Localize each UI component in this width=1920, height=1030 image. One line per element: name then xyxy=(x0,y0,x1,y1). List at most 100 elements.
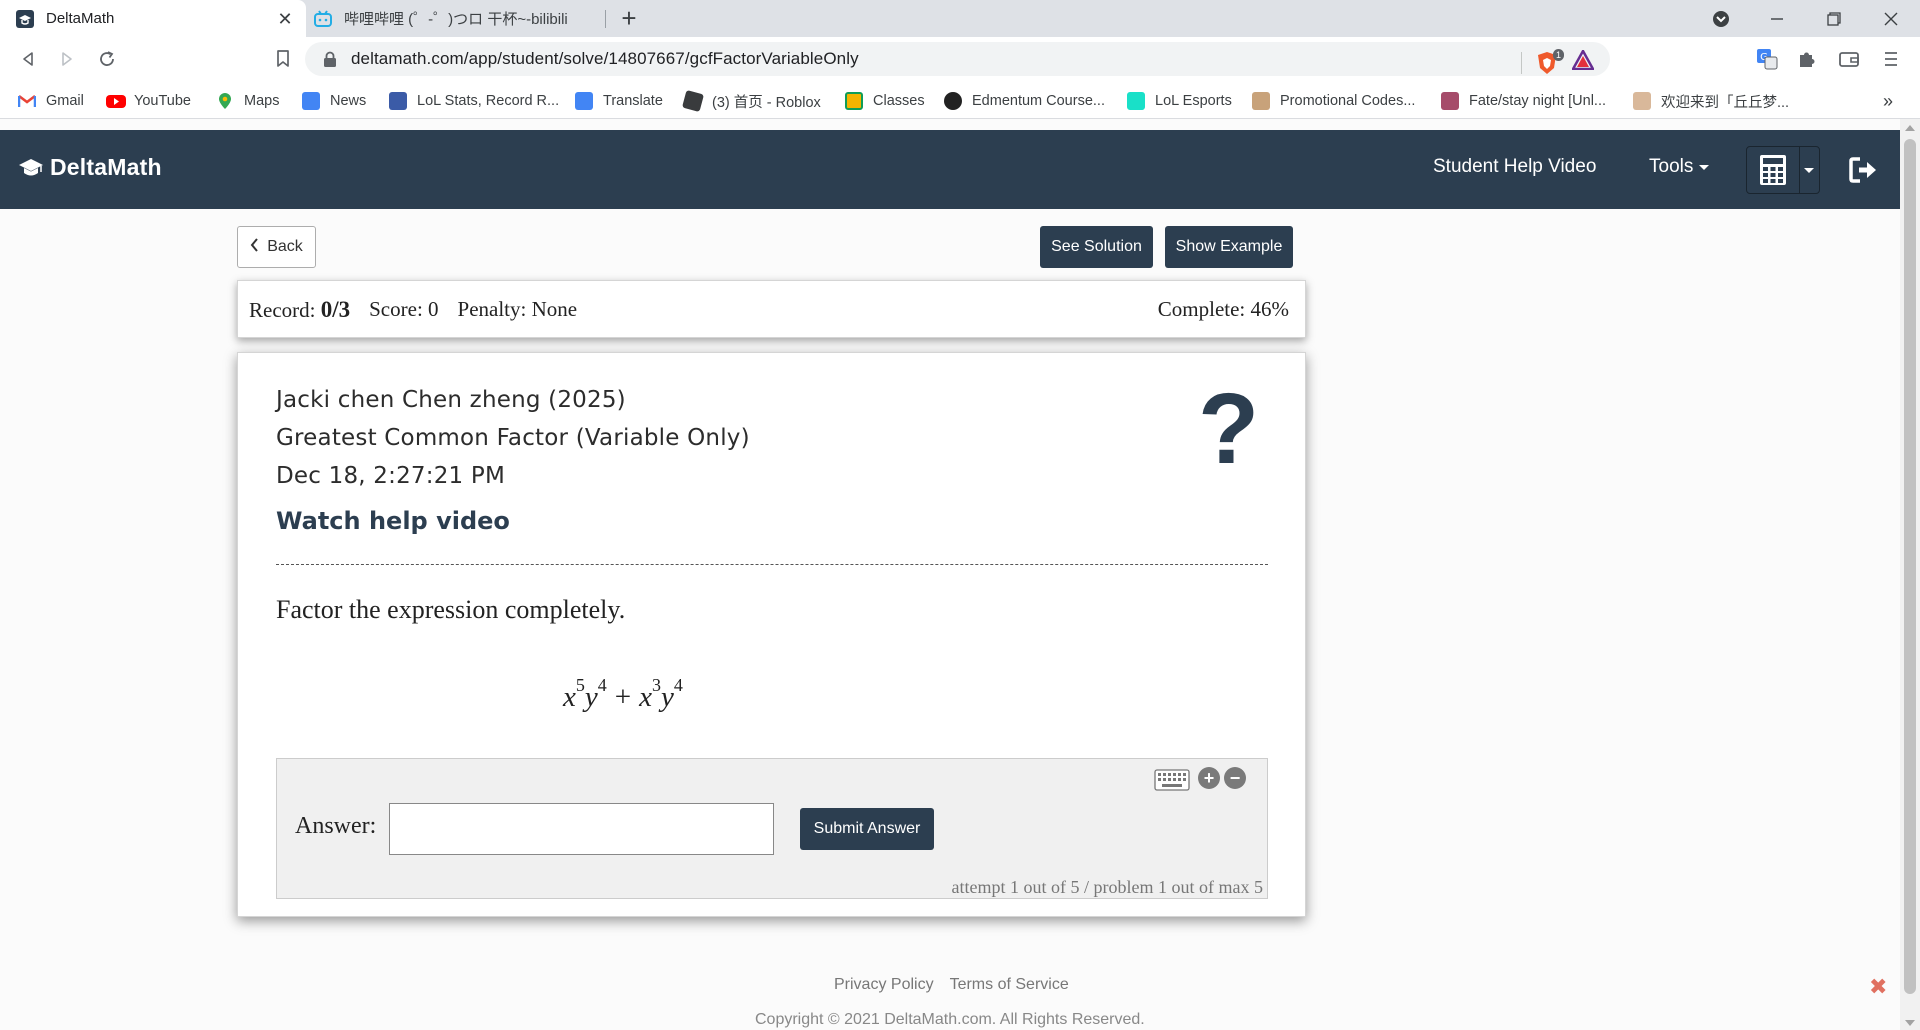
menu-icon[interactable] xyxy=(1878,46,1904,72)
bookmark-promo-codes[interactable]: Promotional Codes... xyxy=(1252,90,1415,112)
keyboard-icon[interactable] xyxy=(1154,769,1190,791)
more-bookmarks-button[interactable]: » xyxy=(1883,90,1893,112)
close-window-icon[interactable] xyxy=(1868,0,1914,37)
tools-dropdown[interactable]: Tools xyxy=(1649,156,1710,178)
calculator-button[interactable] xyxy=(1747,147,1800,193)
close-tab-icon[interactable]: ✕ xyxy=(276,10,294,28)
answer-panel: + − Answer: Submit Answer attempt 1 out … xyxy=(276,758,1268,899)
bookmarks-bar: Gmail YouTube Maps News LoL Stats, Recor… xyxy=(0,82,1920,119)
bookmark-qiuqiu[interactable]: 欢迎来到「丘丘梦... xyxy=(1633,90,1789,112)
zoom-in-icon[interactable]: + xyxy=(1198,767,1220,789)
scroll-up-arrow-icon[interactable] xyxy=(1905,125,1915,131)
bookmark-label: Fate/stay night [Unl... xyxy=(1469,93,1607,109)
bookmark-news[interactable]: News xyxy=(302,90,366,112)
question-mark-icon[interactable]: ? xyxy=(1198,379,1259,479)
bookmark-roblox[interactable]: (3) 首页 - Roblox xyxy=(681,89,821,113)
watch-help-video-link[interactable]: Watch help video xyxy=(276,507,510,535)
deltamath-page: DeltaMath Student Help Video Tools Back … xyxy=(0,119,1900,1030)
bilibili-favicon-icon xyxy=(314,9,332,28)
show-example-button[interactable]: Show Example xyxy=(1165,226,1293,268)
bookmark-label: LoL Esports xyxy=(1155,93,1232,109)
address-bar[interactable]: deltamath.com/app/student/solve/14807667… xyxy=(305,42,1610,76)
bookmark-label: Maps xyxy=(244,93,280,109)
calculator-caret-button[interactable] xyxy=(1800,147,1819,193)
expr-operator: + xyxy=(614,680,632,713)
tab-search-icon[interactable] xyxy=(1698,0,1744,37)
tab-title: DeltaMath xyxy=(46,10,115,27)
minimize-icon[interactable] xyxy=(1754,0,1800,37)
logout-icon[interactable] xyxy=(1848,155,1880,185)
bookmark-label: LoL Stats, Record R... xyxy=(417,93,560,109)
bookmark-translate[interactable]: Translate xyxy=(575,90,663,112)
score-stat: Score: 0 xyxy=(369,297,439,321)
bookmark-icon[interactable] xyxy=(268,44,298,74)
brand-name: DeltaMath xyxy=(50,154,162,180)
youtube-icon xyxy=(106,92,126,110)
reload-icon[interactable] xyxy=(92,44,122,74)
back-button[interactable]: Back xyxy=(237,226,316,268)
anime-site-icon xyxy=(1441,92,1459,110)
expr-var: y xyxy=(584,680,598,713)
see-solution-button[interactable]: See Solution xyxy=(1040,226,1153,268)
complete-stat: Complete: 46% xyxy=(1157,297,1289,321)
expr-exponent: 4 xyxy=(597,675,607,695)
back-label: Back xyxy=(267,238,303,255)
bookmark-edmentum[interactable]: Edmentum Course... xyxy=(944,90,1105,112)
bookmark-maps[interactable]: Maps xyxy=(216,90,279,112)
record-label: Record: xyxy=(249,298,316,322)
bookmark-lol-esports[interactable]: LoL Esports xyxy=(1127,90,1232,112)
classroom-icon xyxy=(845,92,863,110)
problem-card: Jacki chen Chen zheng (2025) Greatest Co… xyxy=(237,352,1306,917)
bookmark-lol-stats[interactable]: LoL Stats, Record R... xyxy=(389,90,559,112)
assignment-topic: Greatest Common Factor (Variable Only) xyxy=(276,425,750,451)
expr-term: x3y4 xyxy=(639,675,683,713)
lock-icon xyxy=(323,51,337,67)
tab-bilibili[interactable]: 哔哩哔哩 (゜-゜)つロ 干杯~-bilibili xyxy=(310,0,606,37)
answer-label: Answer: xyxy=(295,813,377,839)
student-help-video-link[interactable]: Student Help Video xyxy=(1433,156,1596,178)
scroll-thumb[interactable] xyxy=(1904,139,1916,994)
scroll-down-arrow-icon[interactable] xyxy=(1905,1020,1915,1026)
attempt-counter: attempt 1 out of 5 / problem 1 out of ma… xyxy=(951,877,1263,897)
student-name: Jacki chen Chen zheng (2025) xyxy=(276,387,626,413)
bookmark-youtube[interactable]: YouTube xyxy=(106,90,191,112)
bookmark-classes[interactable]: Classes xyxy=(845,90,925,112)
chevron-left-icon xyxy=(250,237,259,257)
brave-rewards-icon[interactable] xyxy=(1570,48,1596,75)
bookmark-fate[interactable]: Fate/stay night [Unl... xyxy=(1441,90,1606,112)
tab-deltamath[interactable]: DeltaMath ✕ xyxy=(0,0,306,37)
privacy-policy-link[interactable]: Privacy Policy xyxy=(834,976,934,994)
submit-answer-button[interactable]: Submit Answer xyxy=(800,808,934,850)
graduation-cap-icon xyxy=(19,158,43,175)
calculator-button-group xyxy=(1746,146,1820,194)
lol-esports-icon xyxy=(1127,92,1145,110)
page-scrollbar[interactable] xyxy=(1900,119,1920,1030)
tab-title: 哔哩哔哩 (゜-゜)つロ 干杯~-bilibili xyxy=(344,11,568,28)
caret-down-icon xyxy=(1699,164,1710,170)
wallet-icon[interactable] xyxy=(1836,46,1862,72)
forward-arrow-icon[interactable] xyxy=(52,44,82,74)
extensions-puzzle-icon[interactable] xyxy=(1794,46,1820,72)
url-text: deltamath.com/app/student/solve/14807667… xyxy=(351,49,859,68)
zoom-out-icon[interactable]: − xyxy=(1224,767,1246,789)
bookmark-label: Promotional Codes... xyxy=(1280,93,1416,109)
terms-of-service-link[interactable]: Terms of Service xyxy=(950,976,1069,994)
roblox-icon xyxy=(681,89,705,113)
back-arrow-icon[interactable] xyxy=(13,44,43,74)
bookmark-gmail[interactable]: Gmail xyxy=(17,90,84,112)
translate-extension-icon[interactable]: G xyxy=(1754,46,1780,72)
translate-icon xyxy=(575,92,593,110)
brave-shield-icon[interactable]: 1 xyxy=(1536,48,1564,75)
expr-exponent: 3 xyxy=(651,675,661,695)
new-tab-button[interactable]: + xyxy=(615,4,643,32)
copyright-text: Copyright © 2021 DeltaMath.com. All Righ… xyxy=(755,1011,1145,1028)
restore-icon[interactable] xyxy=(1811,0,1857,37)
bookmark-label: Gmail xyxy=(46,93,84,109)
penalty-stat: Penalty: None xyxy=(457,297,578,321)
close-footer-icon[interactable]: ✖ xyxy=(1869,974,1887,1000)
math-expression: x5y4 + x3y4 xyxy=(563,675,683,714)
qiuqiu-icon xyxy=(1633,92,1651,110)
brand-logo[interactable]: DeltaMath xyxy=(18,154,162,181)
answer-input[interactable] xyxy=(389,803,774,855)
record-value: 0/3 xyxy=(320,297,351,322)
